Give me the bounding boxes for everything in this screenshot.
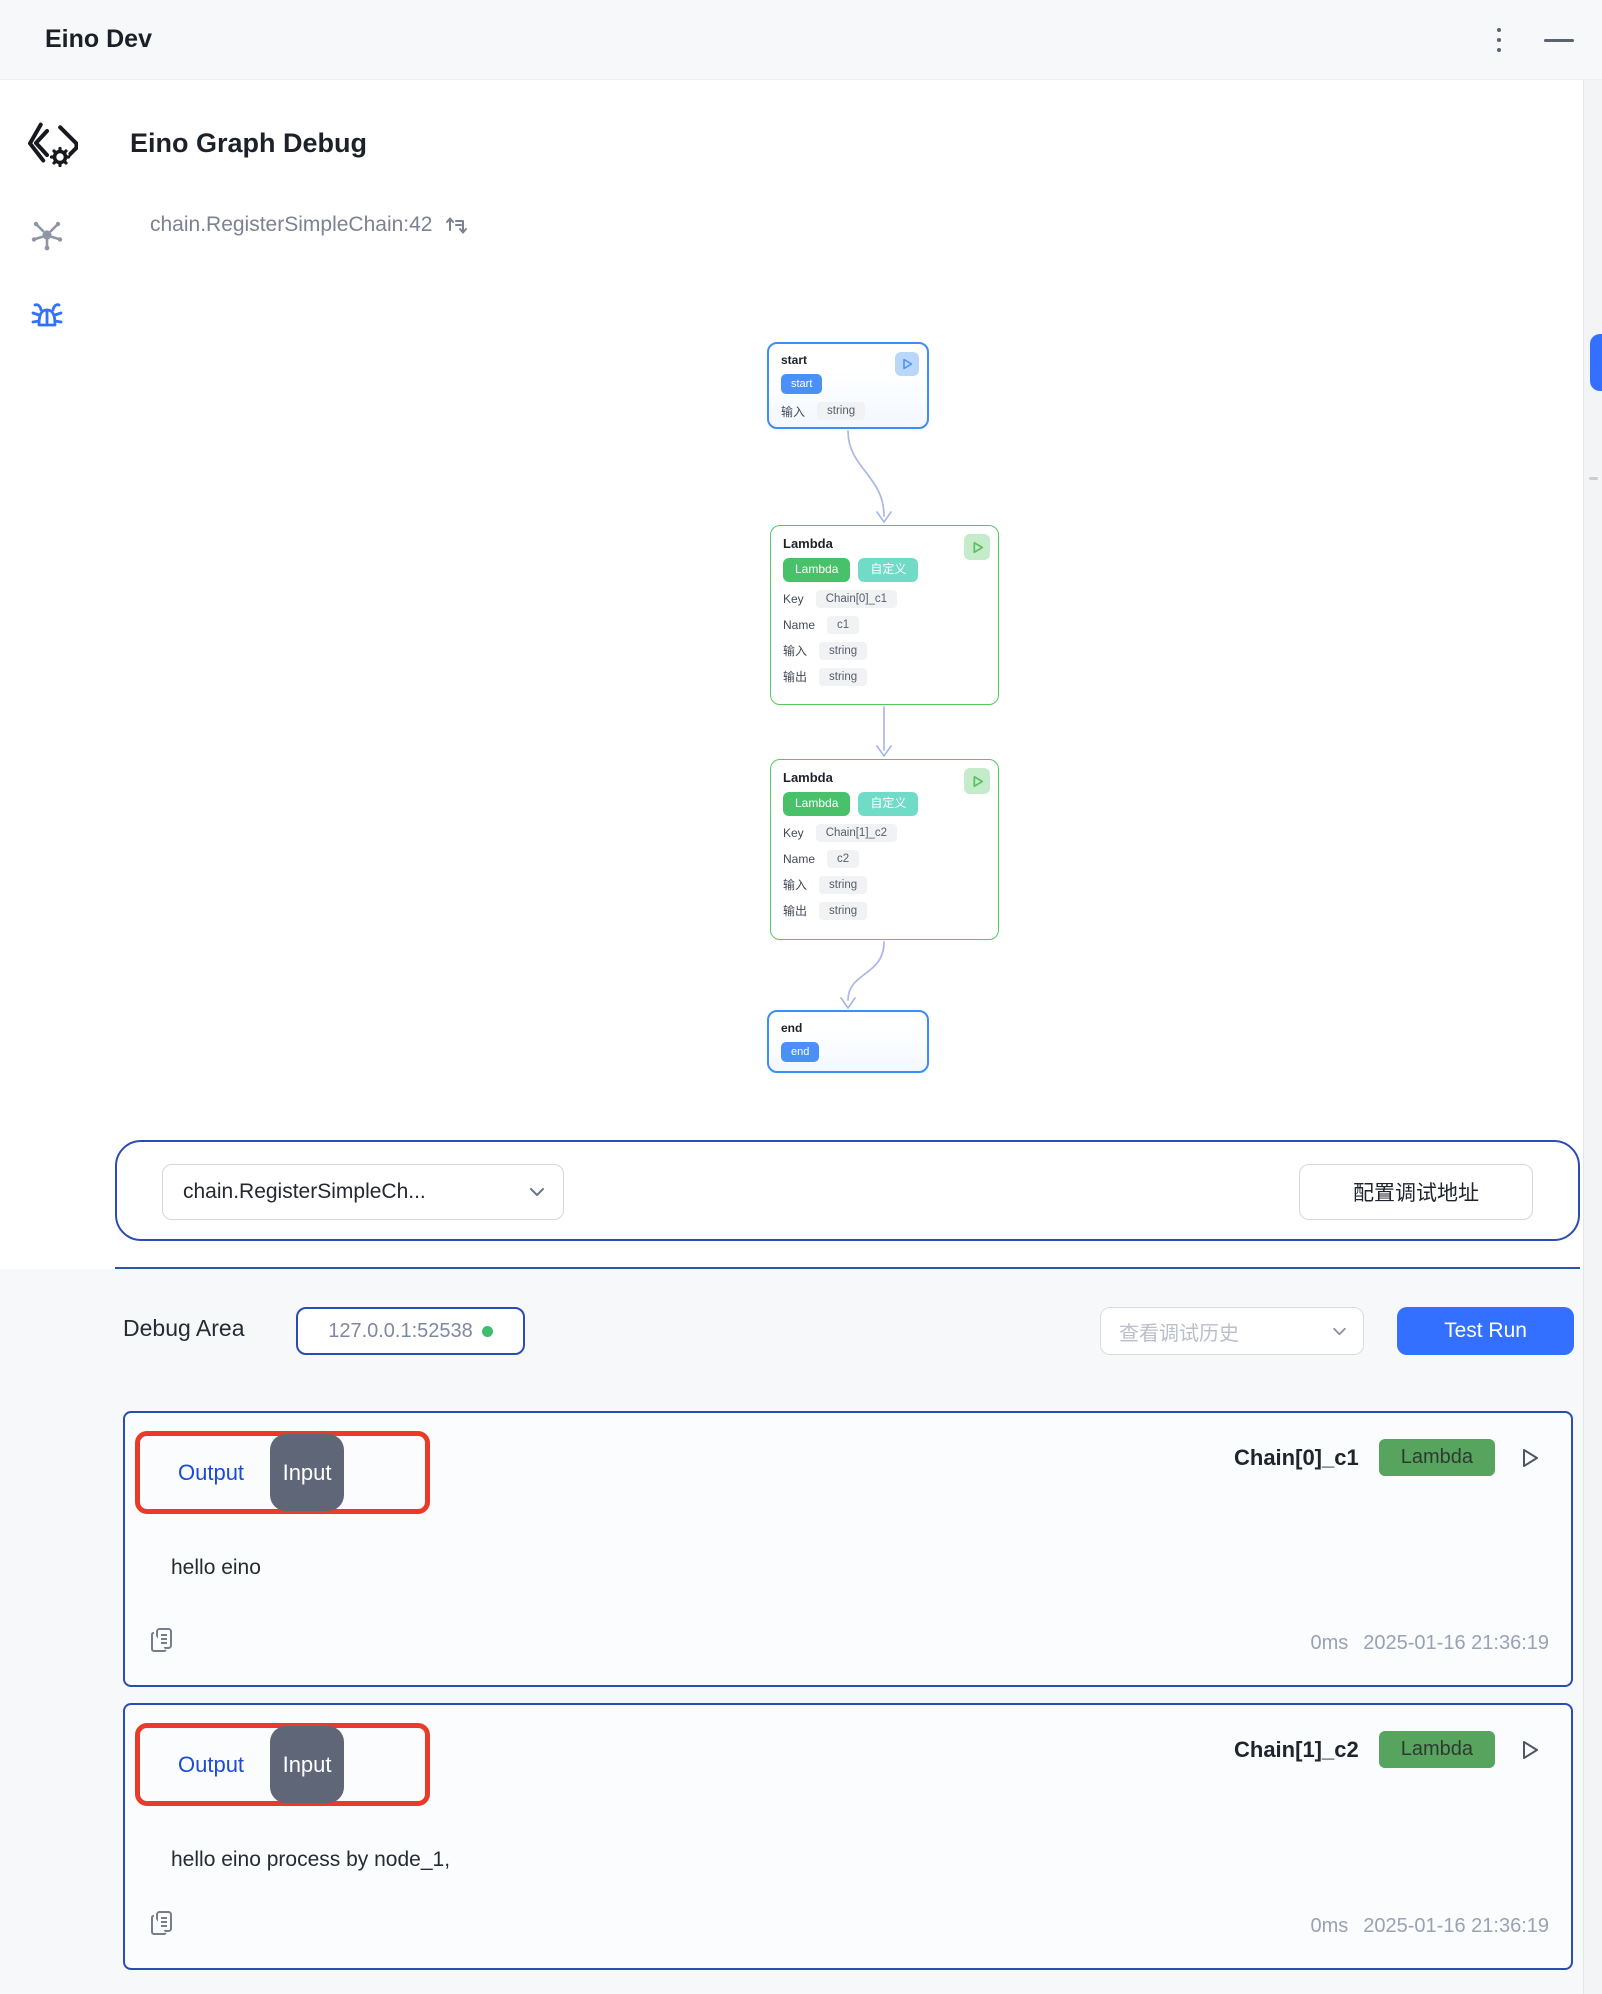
input-label: 输入 [783,876,807,893]
configure-debug-address-label: 配置调试地址 [1353,1177,1479,1207]
chevron-down-icon [529,1187,545,1197]
debug-bug-icon[interactable] [28,298,66,336]
debug-area-title: Debug Area [123,1315,244,1342]
input-tab[interactable]: Input [270,1434,344,1511]
result-content: hello eino [171,1556,261,1580]
output-tab[interactable]: Output [178,1460,244,1486]
input-label: 输入 [781,403,805,420]
name-label: Name [783,852,815,866]
run-node-icon[interactable] [1515,1736,1543,1764]
result-content: hello eino process by node_1, [171,1848,450,1872]
result-card-c1: Output Input Chain[0]_c1 Lambda hello ei… [123,1411,1573,1687]
node-title: Lambda [783,536,986,551]
node-title: end [781,1021,915,1035]
input-type-pill: string [819,876,867,894]
output-label: 输出 [783,668,807,685]
key-label: Key [783,826,804,840]
name-pill: c1 [827,616,859,634]
right-collapsed-panel-rail [1583,0,1602,1994]
test-run-label: Test Run [1444,1319,1527,1343]
node-type-badge: Lambda [783,558,850,582]
copy-icon[interactable] [149,1626,175,1659]
node-run-icon[interactable] [964,534,990,560]
output-label: 输出 [783,902,807,919]
name-label: Name [783,618,815,632]
app-title: Eino Dev [45,25,152,54]
input-type-pill: string [817,402,865,420]
graph-select-value: chain.RegisterSimpleCh... [183,1180,529,1204]
test-run-button[interactable]: Test Run [1397,1307,1574,1355]
node-type-badge: end [781,1042,819,1062]
page-title: Eino Graph Debug [130,128,367,159]
debug-address-badge: 127.0.0.1:52538 [296,1307,525,1355]
graph-node-start[interactable]: start start 输入 string [767,342,929,429]
graph-select-dropdown[interactable]: chain.RegisterSimpleCh... [162,1164,564,1220]
input-label: 输入 [783,642,807,659]
graph-selector-panel: chain.RegisterSimpleCh... 配置调试地址 [115,1140,1580,1241]
node-custom-badge: 自定义 [858,558,918,582]
output-tab[interactable]: Output [178,1752,244,1778]
name-pill: c2 [827,850,859,868]
red-annotation-box: Output Input [135,1431,430,1514]
duration: 0ms [1310,1915,1348,1938]
debug-address: 127.0.0.1:52538 [328,1320,473,1343]
result-card-c2: Output Input Chain[1]_c2 Lambda hello ei… [123,1703,1573,1970]
debug-history-placeholder: 查看调试历史 [1119,1317,1332,1346]
node-type-badge: Lambda [783,792,850,816]
node-type-badge: Lambda [1379,1439,1495,1476]
timestamp: 2025-01-16 21:36:19 [1363,1915,1549,1938]
node-run-icon[interactable] [964,768,990,794]
copy-icon[interactable] [149,1909,175,1942]
red-annotation-box: Output Input [135,1723,430,1806]
configure-debug-address-button[interactable]: 配置调试地址 [1299,1164,1533,1220]
sort-icon[interactable] [445,214,468,237]
eino-logo-icon [24,118,78,172]
run-node-icon[interactable] [1515,1444,1543,1472]
minimize-icon[interactable] [1544,39,1574,42]
debug-history-dropdown[interactable]: 查看调试历史 [1100,1307,1364,1355]
graph-identifier: chain.RegisterSimpleChain:42 [150,213,433,237]
key-label: Key [783,592,804,606]
output-type-pill: string [819,668,867,686]
key-pill: Chain[1]_c2 [816,824,897,842]
node-type-badge: Lambda [1379,1731,1495,1768]
graph-node-lambda-c1[interactable]: Lambda Lambda 自定义 Key Chain[0]_c1 Name c… [770,525,999,705]
duration: 0ms [1310,1632,1348,1655]
chevron-down-icon [1332,1327,1347,1336]
node-key-label: Chain[0]_c1 [1234,1445,1359,1471]
node-type-badge: start [781,374,822,394]
key-pill: Chain[0]_c1 [816,590,897,608]
input-type-pill: string [819,642,867,660]
node-title: Lambda [783,770,986,785]
input-tab[interactable]: Input [270,1726,344,1803]
node-key-label: Chain[1]_c2 [1234,1737,1359,1763]
graph-node-lambda-c2[interactable]: Lambda Lambda 自定义 Key Chain[1]_c2 Name c… [770,759,999,940]
app-titlebar: Eino Dev [0,0,1602,80]
rail-scroll-thumb[interactable] [1589,477,1598,480]
node-custom-badge: 自定义 [858,792,918,816]
timestamp: 2025-01-16 21:36:19 [1363,1632,1549,1655]
graph-view-icon[interactable] [28,217,66,255]
graph-node-end[interactable]: end end [767,1010,929,1073]
node-run-icon[interactable] [895,352,919,376]
panel-drag-handle[interactable] [1590,334,1602,391]
output-type-pill: string [819,902,867,920]
connection-status-dot [482,1326,493,1337]
more-menu-icon[interactable] [1482,23,1516,57]
